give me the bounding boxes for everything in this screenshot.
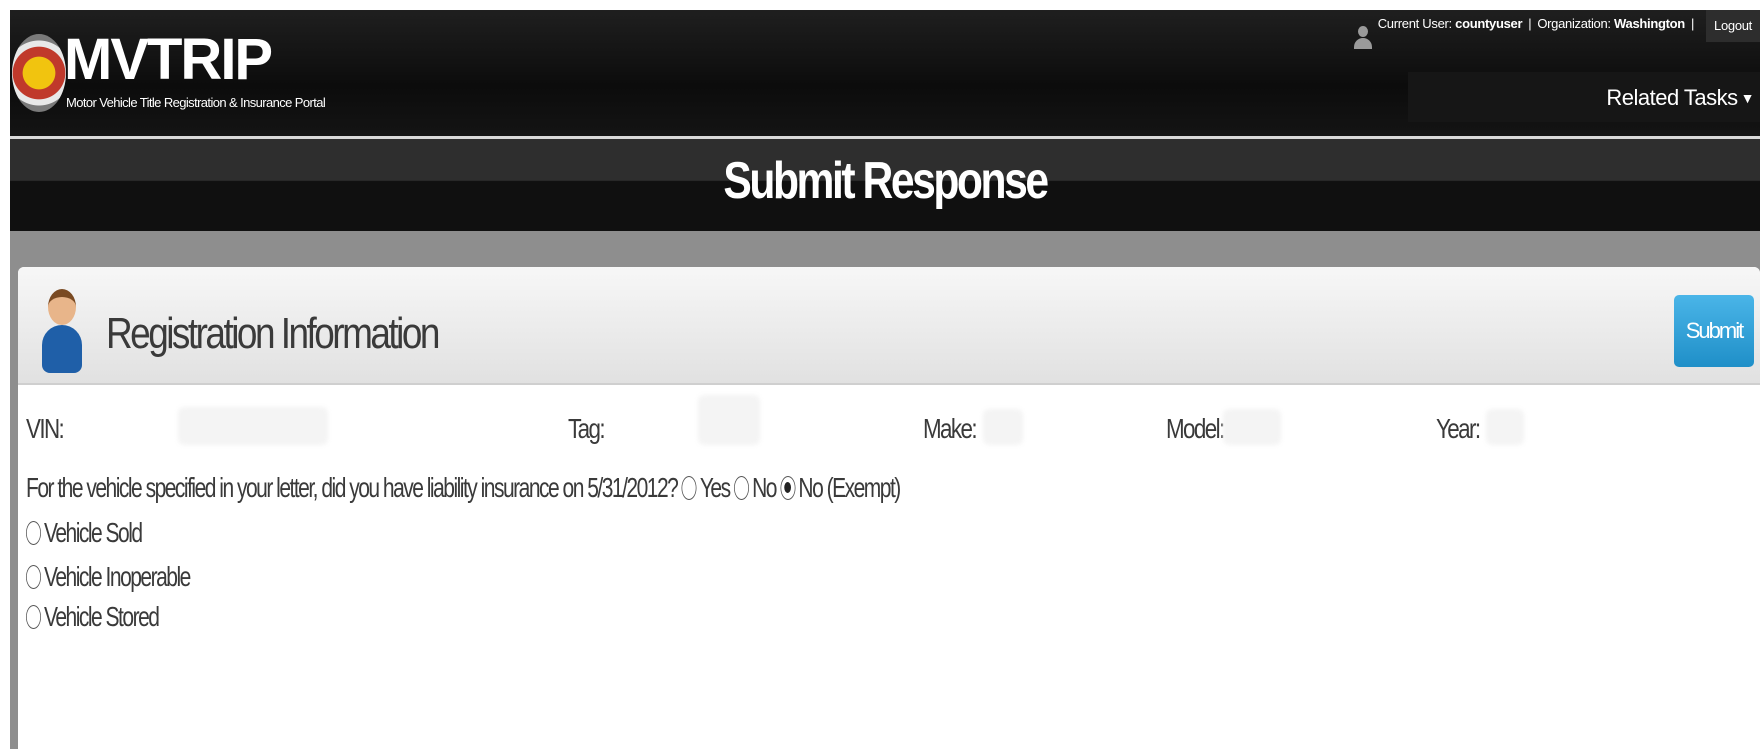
related-tasks-menu[interactable]: Related Tasks ▼ xyxy=(1408,72,1760,122)
related-tasks-label: Related Tasks xyxy=(1606,85,1738,110)
logo-subtitle: Motor Vehicle Title Registration & Insur… xyxy=(66,95,326,110)
make-label: Make: xyxy=(923,413,978,444)
person-icon xyxy=(42,289,84,375)
title-bar: Submit Response xyxy=(10,139,1760,231)
organization-name: Washington xyxy=(1614,16,1685,31)
organization-label: Organization: xyxy=(1537,16,1611,31)
radio-no[interactable] xyxy=(734,476,750,500)
year-label: Year: xyxy=(1436,413,1481,444)
separator: | xyxy=(1690,16,1695,31)
radio-vehicle-sold[interactable] xyxy=(26,521,41,545)
model-value-redacted xyxy=(1223,409,1281,445)
insurance-question: For the vehicle specified in your letter… xyxy=(26,472,901,504)
option-no-label: No xyxy=(752,472,777,503)
current-user-label: Current User: xyxy=(1377,16,1452,31)
question-text: For the vehicle specified in your letter… xyxy=(26,472,679,503)
separator: | xyxy=(1528,16,1532,31)
exempt-option-sold[interactable]: Vehicle Sold xyxy=(26,517,143,549)
current-user-name: countyuser xyxy=(1455,16,1523,31)
radio-no-exempt[interactable] xyxy=(780,476,796,500)
radio-vehicle-inoperable[interactable] xyxy=(26,565,41,589)
app-frame: MVTRIP Motor Vehicle Title Registration … xyxy=(10,10,1760,749)
vin-value-redacted xyxy=(178,407,328,445)
exempt-option-stored[interactable]: Vehicle Stored xyxy=(26,601,160,633)
submit-button[interactable]: Submit xyxy=(1674,295,1754,367)
registration-panel: Registration Information Submit VIN: Tag… xyxy=(18,267,1760,749)
option-yes-label: Yes xyxy=(699,472,731,503)
vehicle-inoperable-label: Vehicle Inoperable xyxy=(44,561,191,592)
vin-label: VIN: xyxy=(26,413,65,444)
panel-title: Registration Information xyxy=(106,309,440,358)
logo-title: MVTRIP xyxy=(64,27,273,92)
user-icon xyxy=(1352,26,1374,56)
chevron-down-icon: ▼ xyxy=(1740,90,1755,106)
page-title: Submit Response xyxy=(723,152,1049,210)
model-label: Model: xyxy=(1166,413,1225,444)
vehicle-sold-label: Vehicle Sold xyxy=(44,517,143,548)
make-value-redacted xyxy=(983,409,1023,445)
tag-label: Tag: xyxy=(568,413,606,444)
state-seal-icon xyxy=(12,34,66,112)
vehicle-fields: VIN: Tag: Make: Model: Year: xyxy=(18,385,1760,465)
user-bar: Current User: countyuser | Organization:… xyxy=(1352,10,1760,56)
exempt-option-inoperable[interactable]: Vehicle Inoperable xyxy=(26,561,191,593)
year-value-redacted xyxy=(1486,409,1524,445)
radio-yes[interactable] xyxy=(681,476,697,500)
vehicle-stored-label: Vehicle Stored xyxy=(44,601,160,632)
logout-link[interactable]: Logout xyxy=(1706,10,1760,42)
panel-header: Registration Information Submit xyxy=(18,267,1760,385)
header: MVTRIP Motor Vehicle Title Registration … xyxy=(10,10,1760,136)
option-no-exempt-label: No (Exempt) xyxy=(798,472,901,503)
tag-value-redacted xyxy=(698,395,760,445)
radio-vehicle-stored[interactable] xyxy=(26,605,41,629)
